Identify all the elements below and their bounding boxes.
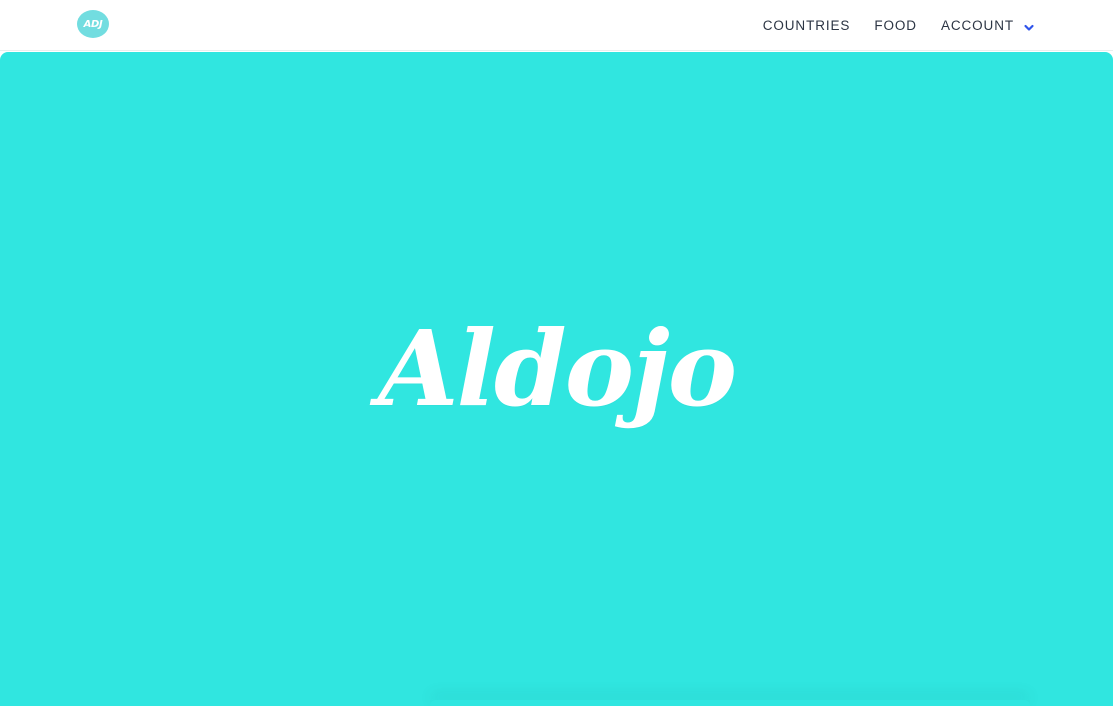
hero-banner: Aldojo: [0, 52, 1113, 706]
top-navbar: ADJ COUNTRIES FOOD ACCOUNT: [0, 0, 1113, 51]
content-card-edge: [430, 700, 1030, 706]
chevron-down-icon: [1023, 22, 1035, 34]
nav-item-countries[interactable]: COUNTRIES: [763, 18, 851, 33]
main-nav: COUNTRIES FOOD ACCOUNT: [763, 0, 1035, 51]
nav-item-account-dropdown[interactable]: ACCOUNT: [941, 18, 1035, 33]
nav-item-food[interactable]: FOOD: [874, 18, 917, 33]
hero-title: Aldojo: [377, 307, 737, 430]
nav-item-label: ACCOUNT: [940, 18, 1014, 33]
logo-text: ADJ: [83, 18, 103, 30]
nav-item-label: COUNTRIES: [762, 18, 851, 33]
nav-item-label: FOOD: [874, 18, 917, 33]
logo[interactable]: ADJ: [77, 10, 109, 38]
